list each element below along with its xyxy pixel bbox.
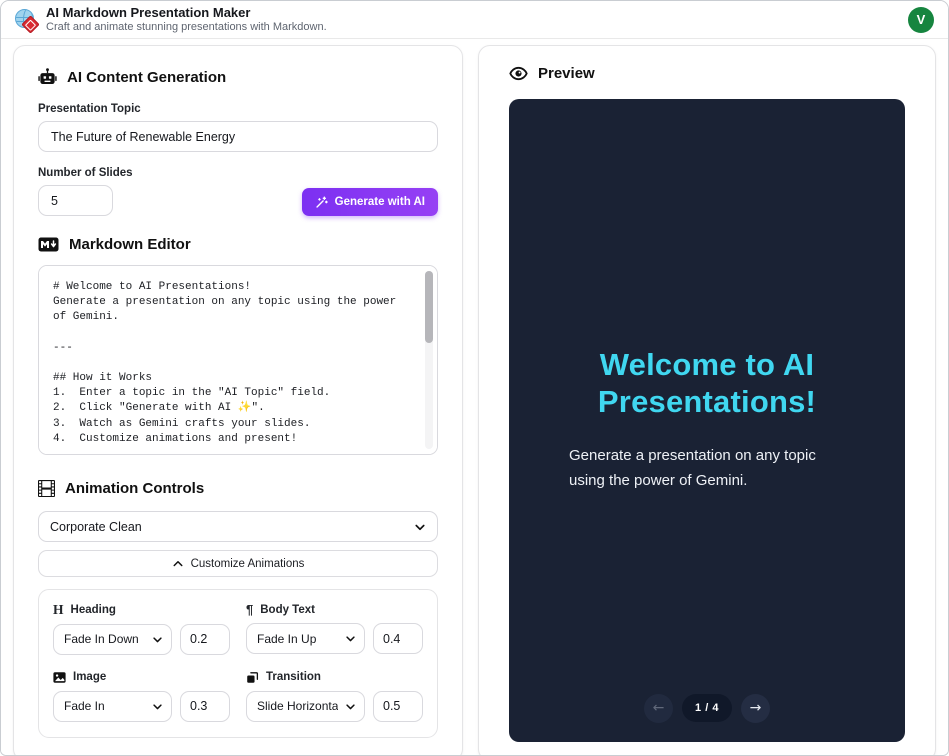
topic-label: Presentation Topic <box>38 103 438 115</box>
editor-scrollbar[interactable] <box>425 271 433 449</box>
chevron-down-icon <box>345 701 356 712</box>
app-window: AI Markdown Presentation Maker Craft and… <box>0 0 949 756</box>
paragraph-icon: ¶ <box>246 603 253 616</box>
generate-with-ai-button[interactable]: Generate with AI <box>302 188 438 216</box>
header-text: AI Markdown Presentation Maker Craft and… <box>46 5 327 35</box>
transition-animation-value: Slide Horizonta <box>257 699 338 713</box>
body-text-animation-select[interactable]: Fade In Up <box>246 623 365 654</box>
animation-settings-card: H Heading Fade In Down ¶ <box>38 589 438 738</box>
next-slide-button[interactable]: → <box>741 694 770 723</box>
preview-section-title: Preview <box>509 64 905 83</box>
app-logo-icon <box>15 9 37 31</box>
markdown-icon <box>38 237 59 252</box>
slide-heading: Welcome to AI Presentations! <box>569 346 845 420</box>
chevron-down-icon <box>152 634 163 645</box>
chevron-up-icon <box>172 558 184 570</box>
controls-panel: AI Content Generation Presentation Topic… <box>13 45 463 756</box>
preview-section-title-text: Preview <box>538 65 595 82</box>
preview-panel: Preview Welcome to AI Presentations! Gen… <box>478 45 936 756</box>
slides-count-input[interactable] <box>38 185 113 216</box>
generate-button-label: Generate with AI <box>335 196 425 208</box>
heading-animation-select[interactable]: Fade In Down <box>53 624 172 655</box>
heading-duration-input[interactable] <box>180 624 230 655</box>
body-text-duration-input[interactable] <box>373 623 423 654</box>
heading-animation-value: Fade In Down <box>64 632 139 646</box>
chevron-down-icon <box>345 633 356 644</box>
body-text-animation-value: Fade In Up <box>257 632 316 646</box>
slide-navigation: ← 1 / 4 → <box>509 694 905 723</box>
ai-section-title-text: AI Content Generation <box>67 69 226 86</box>
image-label: Image <box>73 671 106 683</box>
editor-scrollbar-thumb[interactable] <box>425 271 433 343</box>
animation-preset-value: Corporate Clean <box>50 520 142 534</box>
anim-cell-image: Image Fade In <box>53 671 230 722</box>
editor-section-title: Markdown Editor <box>38 236 438 253</box>
markdown-editor-textarea[interactable]: # Welcome to AI Presentations! Generate … <box>38 265 438 455</box>
slides-row: Generate with AI <box>38 185 438 216</box>
animation-preset-select[interactable]: Corporate Clean <box>38 511 438 542</box>
film-icon <box>38 480 55 497</box>
app-title: AI Markdown Presentation Maker <box>46 5 327 21</box>
image-duration-input[interactable] <box>180 691 230 722</box>
animation-section-title: Animation Controls <box>38 480 438 497</box>
customize-animations-button[interactable]: Customize Animations <box>38 550 438 577</box>
chevron-down-icon <box>152 701 163 712</box>
heading-icon: H <box>53 603 64 617</box>
slide-page-indicator: 1 / 4 <box>682 694 732 722</box>
topic-input[interactable] <box>38 121 438 152</box>
heading-label: Heading <box>71 604 116 616</box>
arrow-right-icon: → <box>750 700 762 716</box>
magic-wand-icon <box>315 196 328 209</box>
slide-body-text: Generate a presentation on any topic usi… <box>569 443 845 495</box>
robot-icon <box>38 68 57 87</box>
app-header: AI Markdown Presentation Maker Craft and… <box>1 1 948 39</box>
editor-section-title-text: Markdown Editor <box>69 236 191 253</box>
animation-section-title-text: Animation Controls <box>65 480 204 497</box>
anim-cell-body-text: ¶ Body Text Fade In Up <box>246 603 423 655</box>
transition-layers-icon <box>246 671 259 684</box>
slides-count-label: Number of Slides <box>38 167 438 179</box>
markdown-editor-wrap: # Welcome to AI Presentations! Generate … <box>38 265 438 460</box>
image-animation-select[interactable]: Fade In <box>53 691 172 722</box>
app-subtitle: Craft and animate stunning presentations… <box>46 21 327 35</box>
user-avatar[interactable]: V <box>908 7 934 33</box>
anim-cell-heading: H Heading Fade In Down <box>53 603 230 655</box>
customize-animations-label: Customize Animations <box>191 558 305 570</box>
transition-label: Transition <box>266 671 321 683</box>
transition-duration-input[interactable] <box>373 691 423 722</box>
slide-preview: Welcome to AI Presentations! Generate a … <box>509 99 905 742</box>
chevron-down-icon <box>414 521 426 533</box>
anim-cell-transition: Transition Slide Horizonta <box>246 671 423 722</box>
main-content: AI Content Generation Presentation Topic… <box>1 39 948 756</box>
ai-section-title: AI Content Generation <box>38 68 438 87</box>
eye-icon <box>509 64 528 83</box>
transition-animation-select[interactable]: Slide Horizonta <box>246 691 365 722</box>
image-icon <box>53 671 66 684</box>
image-animation-value: Fade In <box>64 699 105 713</box>
arrow-left-icon: ← <box>653 700 665 716</box>
body-text-label: Body Text <box>260 604 315 616</box>
previous-slide-button[interactable]: ← <box>644 694 673 723</box>
